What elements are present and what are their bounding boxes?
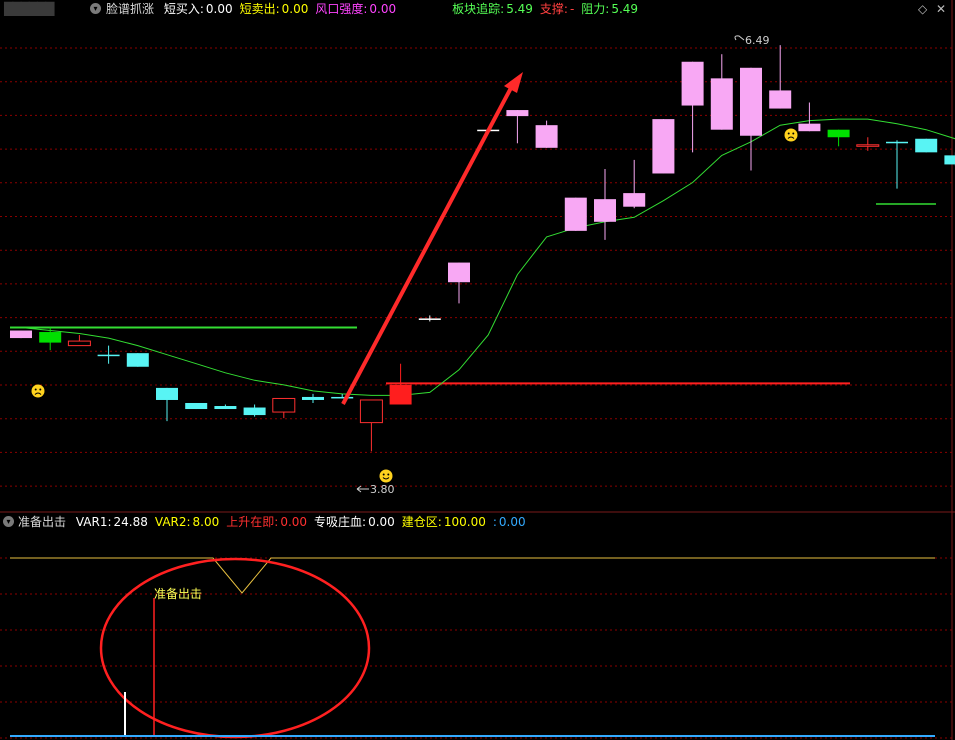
trend-arrow (341, 72, 523, 405)
indicator-item-label: 支撑: (539, 2, 568, 16)
candle-body (418, 318, 441, 320)
candle-body (10, 330, 32, 339)
indicator-item-value: 0.00 (281, 2, 309, 16)
indicator-item-value: 8.00 (192, 515, 220, 529)
candle-body (535, 125, 558, 148)
candlestick-series (10, 45, 955, 452)
indicator-item: 短卖出: 0.00 (240, 2, 309, 16)
indicator-item: VAR1: 24.88 (76, 515, 148, 529)
indicator-item: 上升在即: 0.00 (226, 515, 307, 529)
high-price-label: 6.49 (745, 34, 770, 47)
indicator-item-label: : (492, 515, 497, 529)
candle-body (389, 384, 412, 405)
indicator-item-label: 阻力: (581, 2, 610, 16)
indicator-item-label: VAR2: (154, 515, 191, 529)
indicator-item-label: 专吸庄血: (314, 515, 367, 529)
candle-body (331, 396, 354, 399)
candle-body (827, 129, 850, 138)
indicator-item-label: 风口强度: (315, 2, 368, 16)
candle-body (886, 141, 908, 144)
stock-name-masked: ██████ (4, 2, 54, 16)
candle-body (652, 119, 675, 174)
sad-face-icon (31, 384, 45, 398)
candle-body (214, 406, 237, 410)
indicator-item-value: - (569, 2, 575, 16)
candle-body (564, 197, 587, 231)
indicator-name: 脸谱抓涨 (106, 2, 155, 16)
indicator-item: 阻力: 5.49 (581, 2, 638, 16)
indicator-item-label: 短卖出: (239, 2, 280, 16)
indicator-item-value: 0.00 (368, 515, 395, 529)
candle-body (681, 61, 704, 106)
candle-body (272, 397, 296, 413)
high-price-marker: 6.49 (734, 34, 770, 47)
diamond-icon[interactable]: ◇ (918, 2, 927, 16)
main-indicator-values: 脸谱抓涨 短买入: 0.00 短卖出: 0.00 风口强度: 0.00 板块追踪: 5.49 支… (106, 0, 645, 18)
low-price-marker: 3.80 (356, 483, 395, 496)
signal-label: 准备出击 (154, 587, 202, 601)
indicator-item-value: 24.88 (113, 515, 148, 529)
indicator-item-value: 100.00 (443, 515, 486, 529)
candle-body (39, 332, 62, 343)
sub-panel-grid (0, 557, 952, 739)
indicator-item: VAR2: 8.00 (155, 515, 219, 529)
var-yellow-line (10, 557, 935, 594)
candle-body (798, 123, 821, 132)
main-indicator-header: ██████ (4, 0, 54, 18)
sub-indicator-name: 准备出击 (18, 515, 67, 529)
indicator-item: 支撑: - (540, 2, 574, 16)
indicator-item: 短买入: 0.00 (164, 2, 233, 16)
indicator-item: 风口强度: 0.00 (315, 2, 396, 16)
candle-body (67, 340, 91, 347)
indicator-item-label: VAR1: (75, 515, 112, 529)
indicator-item-label: 上升在即: (226, 515, 279, 529)
indicator-item-value: 0.00 (498, 515, 526, 529)
kline-chart-canvas[interactable]: 6.49 3.80 准备出击 (0, 0, 955, 740)
candle-body (769, 90, 792, 109)
indicator-item-value: 5.49 (611, 2, 639, 16)
indicator-item-value: 0.00 (369, 2, 397, 16)
moving-average-line (20, 118, 955, 396)
candle-body (710, 78, 733, 130)
candle-body (594, 199, 616, 222)
candle-body (185, 402, 208, 410)
candle-body (740, 67, 762, 136)
smile-face-icon (379, 469, 393, 483)
candle-body (506, 110, 529, 117)
candle-body (126, 353, 149, 367)
candle-body (623, 193, 646, 207)
indicator-item-label: 建仓区: (401, 515, 442, 529)
candle-body (302, 396, 324, 400)
highlight-circle (99, 557, 371, 739)
indicator-item-label: 板块追踪: (452, 2, 505, 16)
sad-face-icon (784, 128, 798, 142)
indicator-item-value: 5.49 (506, 2, 533, 16)
indicator-item-value: 0.00 (280, 515, 308, 529)
sub-indicator-header: 准备出击 VAR1: 24.88 VAR2: 8.00 上升在即: 0.00 专吸庄血: 0.… (18, 513, 533, 531)
indicator-item: :0.00 (493, 515, 526, 529)
indicator-item: 板块追踪: 5.49 (452, 2, 533, 16)
candle-body (97, 354, 120, 357)
collapse-toggle-icon[interactable]: ▾ (90, 3, 101, 14)
indicator-item: 专吸庄血: 0.00 (314, 515, 395, 529)
indicator-item-value: 0.00 (205, 2, 233, 16)
candle-body (359, 399, 383, 424)
candle-body (448, 262, 470, 283)
indicator-item: 建仓区: 100.00 (402, 515, 486, 529)
collapse-toggle-icon[interactable]: ▾ (3, 516, 14, 527)
candle-body (915, 138, 938, 153)
candle-body (156, 387, 178, 400)
indicator-item-label: 短买入: (163, 2, 204, 16)
low-price-label: 3.80 (370, 483, 395, 496)
candle-body (856, 144, 880, 147)
close-icon[interactable]: ✕ (936, 2, 946, 16)
candle-body (243, 407, 266, 416)
candle-body (944, 155, 955, 165)
